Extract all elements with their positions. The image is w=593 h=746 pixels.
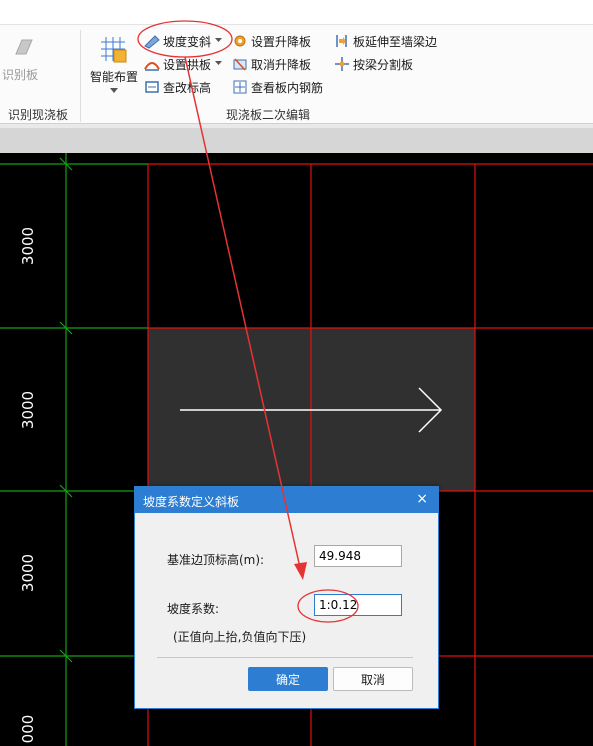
check-elevation-button[interactable]: 查改标高 <box>144 77 211 97</box>
smart-layout-icon <box>101 37 127 63</box>
ok-button[interactable]: 确定 <box>248 667 328 691</box>
edit-group-label: 现浇板二次编辑 <box>226 108 311 122</box>
view-rebar-button[interactable]: 查看板内钢筋 <box>232 77 323 97</box>
dialog-divider <box>157 657 413 658</box>
slope-incline-button[interactable]: 坡度变斜 <box>144 31 223 51</box>
cancel-raise-lower-label: 取消升降板 <box>251 57 312 72</box>
dimension-label: 3000 <box>19 553 37 593</box>
ribbon: 识别板 识别现浇板 智能布置 坡度变斜 设置拱板 查改标高 设置升降板 取消升降… <box>0 0 593 129</box>
close-icon[interactable]: × <box>416 491 428 507</box>
group-separator <box>80 30 81 122</box>
top-strip <box>0 0 593 25</box>
elevation-input[interactable] <box>314 545 402 567</box>
slope-label: 坡度系数: <box>167 602 220 616</box>
identify-slab-button[interactable]: 识别板 <box>2 34 44 90</box>
view-rebar-label: 查看板内钢筋 <box>251 80 324 95</box>
extend-to-wall-icon <box>336 35 347 47</box>
set-arch-button[interactable]: 设置拱板 <box>144 54 223 74</box>
dimension-label: 3000 <box>19 226 37 266</box>
chevron-down-icon <box>215 38 223 42</box>
check-elevation-label: 查改标高 <box>163 80 212 95</box>
cancel-button[interactable]: 取消 <box>333 667 413 691</box>
secondary-toolbar <box>0 128 593 153</box>
set-raise-lower-label: 设置升降板 <box>251 34 312 49</box>
identify-slab-label: 识别板 <box>2 68 39 82</box>
extend-to-wall-label: 板延伸至墙梁边 <box>353 34 438 49</box>
hint-text: (正值向上抬,负值向下压) <box>173 630 307 644</box>
smart-layout-button[interactable]: 智能布置 <box>88 34 140 96</box>
view-rebar-icon <box>233 80 247 94</box>
split-by-beam-label: 按梁分割板 <box>353 57 414 72</box>
slope-incline-icon <box>144 35 160 49</box>
dialog-title-bar[interactable]: 坡度系数定义斜板 × <box>135 487 438 513</box>
identify-group-label: 识别现浇板 <box>8 108 69 122</box>
cancel-raise-lower-icon <box>233 58 247 71</box>
set-raise-lower-button[interactable]: 设置升降板 <box>232 31 311 51</box>
smart-layout-label: 智能布置 <box>90 70 139 84</box>
split-by-beam-icon <box>335 57 349 71</box>
identify-slab-icon <box>15 39 33 55</box>
dimension-label: 000 <box>19 714 37 744</box>
slope-coefficient-dialog: 坡度系数定义斜板 × 基准边顶标高(m): 坡度系数: (正值向上抬,负值向下压… <box>134 486 439 709</box>
elevation-label: 基准边顶标高(m): <box>167 553 265 567</box>
check-elevation-icon <box>145 81 159 93</box>
slope-incline-label: 坡度变斜 <box>163 34 212 49</box>
cancel-raise-lower-button[interactable]: 取消升降板 <box>232 54 311 74</box>
dimension-label: 3000 <box>19 390 37 430</box>
set-arch-icon <box>144 62 160 71</box>
extend-to-wall-button[interactable]: 板延伸至墙梁边 <box>334 31 437 51</box>
dialog-title: 坡度系数定义斜板 <box>143 495 240 509</box>
split-by-beam-button[interactable]: 按梁分割板 <box>334 54 413 74</box>
slope-input[interactable] <box>314 594 402 616</box>
chevron-down-icon <box>215 61 223 65</box>
gear-icon <box>234 35 246 47</box>
set-arch-label: 设置拱板 <box>163 57 212 72</box>
chevron-down-icon <box>110 88 118 93</box>
